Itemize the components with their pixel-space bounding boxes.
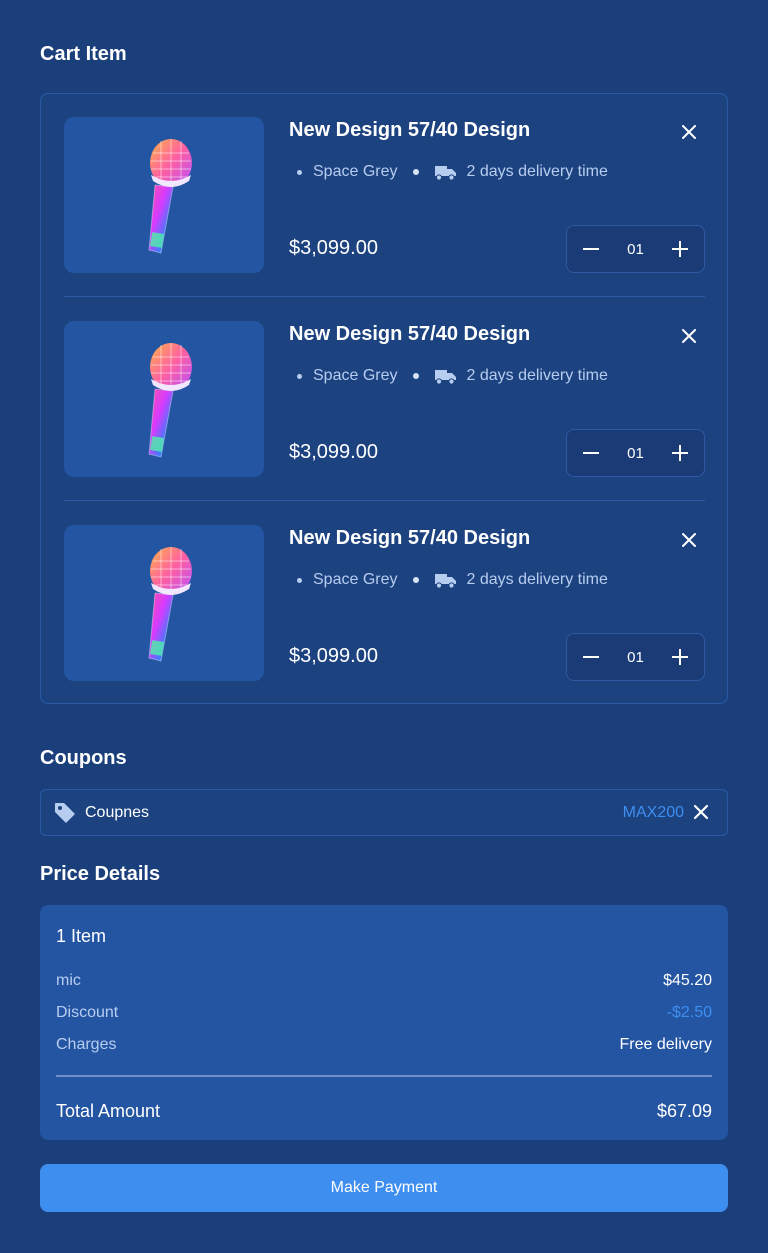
tag-icon [54,802,76,829]
cart-list: New Design 57/40 Design Space Grey 2 day… [40,93,728,704]
product-meta: Space Grey 2 days delivery time [297,571,608,589]
close-icon [693,804,709,820]
truck-icon [434,572,457,589]
plus-icon [672,649,688,665]
plus-icon [672,445,688,461]
product-image [64,321,264,477]
quantity-value: 01 [627,240,644,258]
product-color: Space Grey [313,571,398,588]
microphone-icon [148,547,192,662]
increase-button[interactable] [670,239,690,259]
minus-icon [583,248,599,250]
remove-item-button[interactable] [679,122,699,142]
item-divider [64,500,705,501]
product-price: $3,099.00 [289,645,378,667]
close-icon [682,125,696,139]
price-row-value: $45.20 [663,972,712,989]
item-count: 1 Item [56,926,107,946]
product-title: New Design 57/40 Design [289,119,531,141]
product-title: New Design 57/40 Design [289,323,531,345]
cart-section-title: Cart Item [40,43,127,65]
coupon-code: MAX200 [622,804,684,821]
remove-item-button[interactable] [679,530,699,550]
price-row-value: Free delivery [619,1036,712,1053]
bullet [413,373,420,379]
quantity-value: 01 [627,648,644,666]
coupons-section-title: Coupons [40,747,127,769]
bullet [297,373,302,379]
product-color: Space Grey [313,367,398,384]
price-row: mic $45.20 [56,972,712,992]
truck-icon [434,368,457,385]
cart-item: New Design 57/40 Design Space Grey 2 day… [64,117,705,274]
price-row: Discount -$2.50 [56,1004,712,1024]
close-icon [682,329,696,343]
increase-button[interactable] [670,443,690,463]
price-details-title: Price Details [40,863,161,885]
cart-item: New Design 57/40 Design Space Grey 2 day… [64,321,705,478]
bullet [297,169,302,175]
microphone-icon [148,139,192,254]
bullet [297,577,302,583]
price-row-label: mic [56,972,81,989]
truck-icon [434,164,457,181]
product-price: $3,099.00 [289,237,378,259]
price-details-card: 1 Item mic $45.20 Discount -$2.50 Charge… [40,905,728,1140]
quantity-stepper: 01 [566,225,705,273]
make-payment-button[interactable]: Make Payment [40,1164,728,1212]
decrease-button[interactable] [581,239,601,259]
increase-button[interactable] [670,647,690,667]
discount-value: -$2.50 [666,1004,712,1021]
product-meta: Space Grey 2 days delivery time [297,163,608,181]
minus-icon [583,656,599,658]
cart-item: New Design 57/40 Design Space Grey 2 day… [64,525,705,682]
close-icon [682,533,696,547]
minus-icon [583,452,599,454]
product-image [64,525,264,681]
remove-item-button[interactable] [679,326,699,346]
bullet [413,577,420,583]
price-row: Charges Free delivery [56,1036,712,1056]
decrease-button[interactable] [581,443,601,463]
microphone-icon [148,343,192,458]
delivery-time: 2 days delivery time [466,367,608,384]
delivery-time: 2 days delivery time [466,571,608,588]
item-divider [64,296,705,297]
quantity-value: 01 [627,444,644,462]
quantity-stepper: 01 [566,633,705,681]
plus-icon [672,241,688,257]
coupon-field[interactable]: Coupnes MAX200 [40,789,728,836]
total-value: $67.09 [656,1101,712,1121]
decrease-button[interactable] [581,647,601,667]
product-image [64,117,264,273]
bullet [413,169,420,175]
price-divider [56,1075,712,1077]
remove-coupon-button[interactable] [693,804,711,822]
product-meta: Space Grey 2 days delivery time [297,367,608,385]
product-color: Space Grey [313,163,398,180]
product-price: $3,099.00 [289,441,378,463]
delivery-time: 2 days delivery time [466,163,608,180]
total-label: Total Amount [56,1101,161,1121]
coupon-label: Coupnes [85,804,150,821]
price-row-label: Discount [56,1004,119,1021]
quantity-stepper: 01 [566,429,705,477]
product-title: New Design 57/40 Design [289,527,531,549]
price-row-label: Charges [56,1036,117,1053]
